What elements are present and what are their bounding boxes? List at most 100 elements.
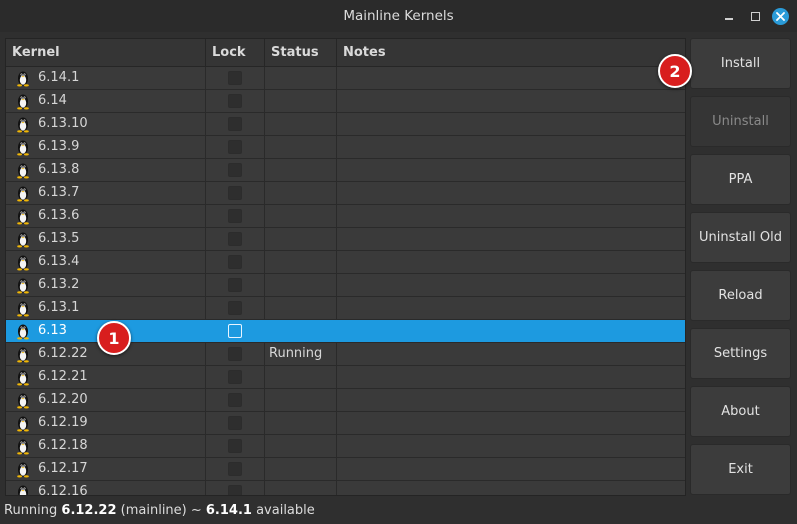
- status-cell: [265, 389, 337, 411]
- table-row[interactable]: 6.13.5: [6, 228, 685, 251]
- lock-checkbox[interactable]: [228, 439, 242, 453]
- table-row[interactable]: 6.12.19: [6, 412, 685, 435]
- status-cell: [265, 320, 337, 342]
- lock-checkbox[interactable]: [228, 209, 242, 223]
- tux-penguin-icon: [17, 117, 29, 133]
- table-row[interactable]: 6.13.7: [6, 182, 685, 205]
- notes-cell: [337, 159, 685, 181]
- kernel-version: 6.13: [38, 323, 67, 338]
- lock-checkbox[interactable]: [228, 255, 242, 269]
- kernel-version: 6.12.22: [38, 346, 88, 361]
- table-row[interactable]: 6.13.1: [6, 297, 685, 320]
- annotation-badge-1: 1: [97, 321, 131, 355]
- status-cell: [265, 113, 337, 135]
- lock-checkbox[interactable]: [228, 71, 242, 85]
- column-header-kernel[interactable]: Kernel: [6, 39, 206, 66]
- about-button[interactable]: About: [690, 386, 791, 437]
- lock-cell: [206, 159, 265, 181]
- kernel-version: 6.13.8: [38, 162, 80, 177]
- table-row[interactable]: 6.12.18: [6, 435, 685, 458]
- tux-penguin-icon: [17, 94, 29, 110]
- notes-cell: [337, 389, 685, 411]
- exit-button[interactable]: Exit: [690, 444, 791, 495]
- lock-checkbox[interactable]: [228, 485, 242, 495]
- table-row[interactable]: 6.12.17: [6, 458, 685, 481]
- kernel-cell: 6.13.7: [6, 182, 206, 204]
- settings-button[interactable]: Settings: [690, 328, 791, 379]
- table-row[interactable]: 6.12.16: [6, 481, 685, 495]
- lock-cell: [206, 389, 265, 411]
- close-button[interactable]: [770, 0, 790, 32]
- status-bar: Running 6.12.22 (mainline) ~ 6.14.1 avai…: [4, 503, 315, 519]
- table-row[interactable]: 6.13.6: [6, 205, 685, 228]
- lock-checkbox[interactable]: [228, 393, 242, 407]
- uninstall-button[interactable]: Uninstall: [690, 96, 791, 147]
- kernel-version: 6.12.18: [38, 438, 88, 453]
- notes-cell: [337, 205, 685, 227]
- kernel-cell: 6.13.1: [6, 297, 206, 319]
- kernel-cell: 6.13.2: [6, 274, 206, 296]
- lock-checkbox[interactable]: [228, 301, 242, 315]
- status-suffix: available: [251, 503, 315, 518]
- kernel-cell: 6.14: [6, 90, 206, 112]
- notes-cell: [337, 297, 685, 319]
- table-row[interactable]: 6.14.1: [6, 67, 685, 90]
- table-body: 6.14.1 6.14 6.13.10 6.13.9 6.13.8 6.13.7…: [6, 67, 685, 495]
- lock-checkbox[interactable]: [228, 140, 242, 154]
- table-row[interactable]: 6.13.8: [6, 159, 685, 182]
- status-middle: (mainline) ~: [116, 503, 206, 518]
- status-cell: [265, 205, 337, 227]
- column-header-notes[interactable]: Notes: [337, 39, 685, 66]
- notes-cell: [337, 251, 685, 273]
- window-title: Mainline Kernels: [343, 8, 454, 24]
- lock-checkbox[interactable]: [228, 324, 242, 338]
- notes-cell: [337, 435, 685, 457]
- status-cell: [265, 435, 337, 457]
- table-row[interactable]: 6.13.2: [6, 274, 685, 297]
- lock-checkbox[interactable]: [228, 416, 242, 430]
- lock-checkbox[interactable]: [228, 462, 242, 476]
- lock-checkbox[interactable]: [228, 347, 242, 361]
- maximize-button[interactable]: [745, 0, 765, 32]
- notes-cell: [337, 113, 685, 135]
- lock-checkbox[interactable]: [228, 278, 242, 292]
- table-row[interactable]: 6.13.4: [6, 251, 685, 274]
- table-row[interactable]: 6.12.21: [6, 366, 685, 389]
- kernel-cell: 6.13.6: [6, 205, 206, 227]
- kernel-cell: 6.14.1: [6, 67, 206, 89]
- tux-penguin-icon: [17, 439, 29, 455]
- table-row[interactable]: 6.14: [6, 90, 685, 113]
- minimize-button[interactable]: [719, 0, 739, 32]
- status-cell: [265, 366, 337, 388]
- tux-penguin-icon: [17, 255, 29, 271]
- kernel-version: 6.14.1: [38, 70, 80, 85]
- lock-cell: [206, 182, 265, 204]
- tux-penguin-icon: [17, 186, 29, 202]
- ppa-button[interactable]: PPA: [690, 154, 791, 205]
- kernel-table: Kernel Lock Status Notes 6.14.1 6.14 6.1…: [5, 38, 686, 496]
- status-prefix: Running: [4, 503, 62, 518]
- lock-checkbox[interactable]: [228, 186, 242, 200]
- column-header-status[interactable]: Status: [265, 39, 337, 66]
- notes-cell: [337, 136, 685, 158]
- kernel-cell: 6.12.18: [6, 435, 206, 457]
- tux-penguin-icon: [17, 416, 29, 432]
- lock-checkbox[interactable]: [228, 370, 242, 384]
- lock-cell: [206, 113, 265, 135]
- lock-checkbox[interactable]: [228, 94, 242, 108]
- uninstall-old-button[interactable]: Uninstall Old: [690, 212, 791, 263]
- status-cell: [265, 90, 337, 112]
- column-header-lock[interactable]: Lock: [206, 39, 265, 66]
- table-header: Kernel Lock Status Notes: [6, 39, 685, 67]
- reload-button[interactable]: Reload: [690, 270, 791, 321]
- install-button[interactable]: Install: [690, 38, 791, 89]
- table-row[interactable]: 6.13.10: [6, 113, 685, 136]
- tux-penguin-icon: [17, 278, 29, 294]
- lock-checkbox[interactable]: [228, 232, 242, 246]
- notes-cell: [337, 228, 685, 250]
- lock-checkbox[interactable]: [228, 163, 242, 177]
- title-bar: Mainline Kernels: [0, 0, 797, 32]
- table-row[interactable]: 6.12.20: [6, 389, 685, 412]
- lock-checkbox[interactable]: [228, 117, 242, 131]
- table-row[interactable]: 6.13.9: [6, 136, 685, 159]
